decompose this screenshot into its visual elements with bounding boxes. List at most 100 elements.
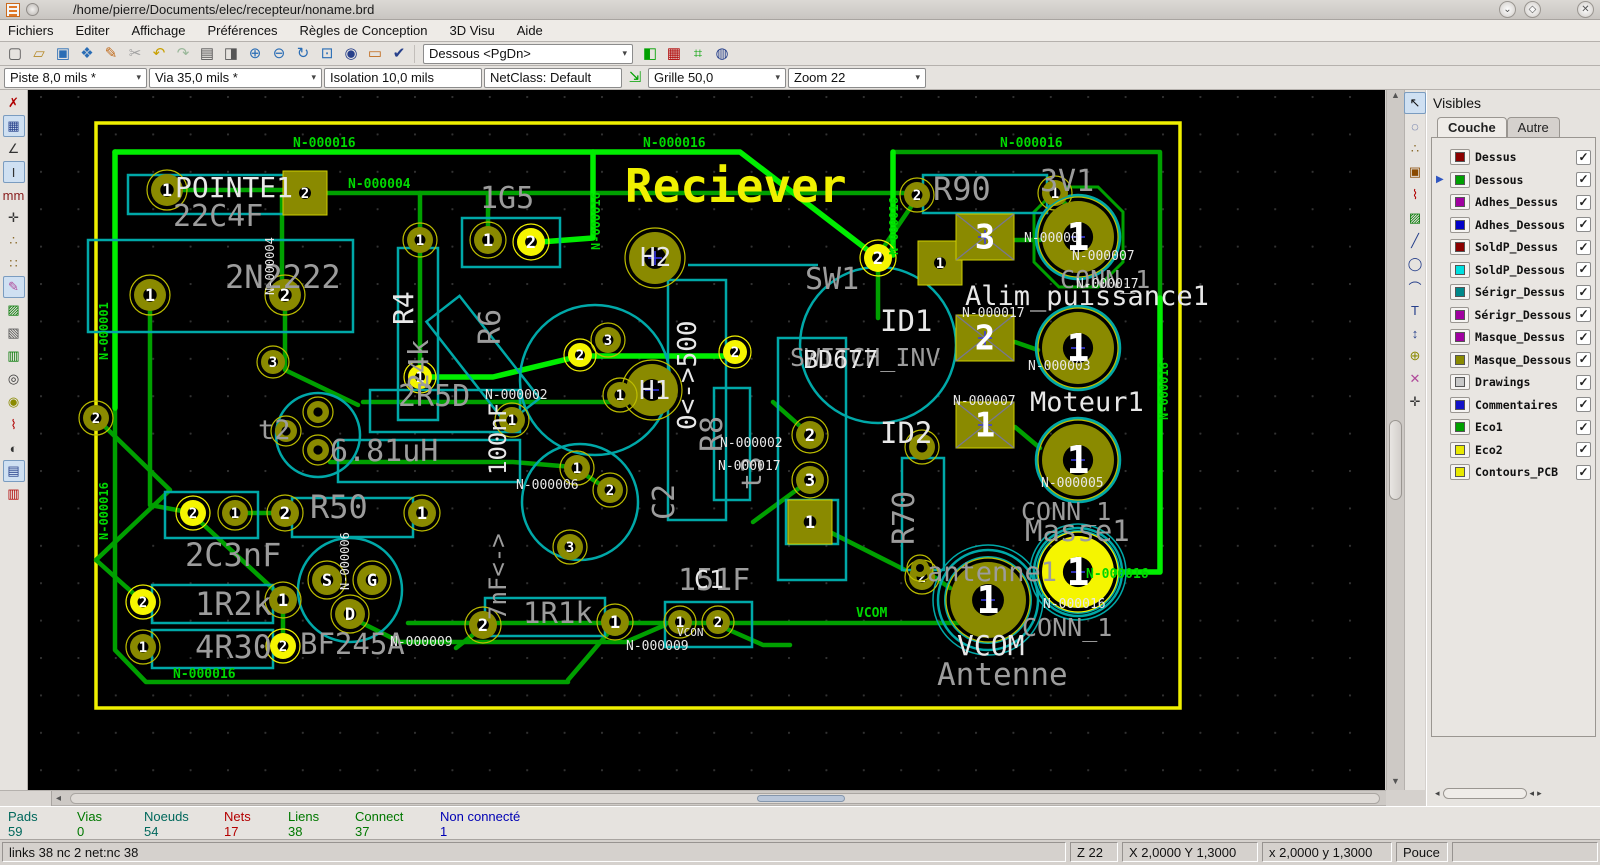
pad[interactable]: 2 — [791, 416, 829, 454]
pad[interactable]: 1 — [1036, 306, 1120, 390]
layer-color-swatch[interactable] — [1450, 374, 1470, 391]
layer-visibility-checkbox[interactable]: ✓ — [1576, 464, 1591, 480]
undo-icon[interactable]: ↶ — [148, 43, 170, 64]
pad[interactable]: 1 — [602, 377, 638, 413]
find-icon[interactable]: ◉ — [340, 43, 362, 64]
pads-sketch-icon[interactable]: ◎ — [3, 368, 25, 390]
zones-outline-icon[interactable]: ▥ — [3, 345, 25, 367]
layer-row-masque-dessous[interactable]: Masque_Dessous ✓ — [1436, 349, 1591, 372]
layer-color-swatch[interactable] — [1450, 419, 1470, 436]
layers-manager-icon[interactable]: ▤ — [2, 460, 25, 482]
local-ratsnest-icon[interactable]: ∴ — [1404, 138, 1426, 160]
pad[interactable]: 1 — [787, 499, 833, 545]
add-module-icon[interactable]: ▣ — [1404, 161, 1426, 183]
add-track-icon[interactable]: ⌇ — [1404, 184, 1426, 206]
zoom-out-icon[interactable]: ⊖ — [268, 43, 290, 64]
track-width-selector[interactable]: Piste 8,0 mils * ▾ — [4, 67, 147, 88]
pad[interactable]: 1 — [469, 221, 507, 259]
layer-row-adhes-dessus[interactable]: Adhes_Dessus ✓ — [1436, 191, 1591, 214]
panel-scrollbar[interactable]: ◂ ◂ ▸ — [1435, 786, 1593, 800]
pad[interactable] — [302, 396, 334, 428]
layer-color-swatch[interactable] — [1450, 149, 1470, 166]
cut-icon[interactable]: ✂ — [124, 43, 146, 64]
polar-coords-icon[interactable]: ∠ — [3, 138, 25, 160]
redraw-icon[interactable]: ↻ — [292, 43, 314, 64]
pad[interactable]: 2 — [955, 314, 1015, 362]
cursor-shape-icon[interactable]: ✛ — [3, 207, 25, 229]
layer-visibility-checkbox[interactable]: ✓ — [1576, 397, 1591, 413]
pad[interactable]: 1 — [125, 629, 161, 665]
layer-row-soldp-dessus[interactable]: SoldP_Dessus ✓ — [1436, 236, 1591, 259]
layer-color-swatch[interactable] — [1450, 464, 1470, 481]
layer-visibility-checkbox[interactable]: ✓ — [1576, 442, 1591, 458]
design-rules-icon[interactable]: ✔ — [388, 43, 410, 64]
pad[interactable]: 2 — [266, 494, 304, 532]
layer-visibility-checkbox[interactable]: ✓ — [1576, 307, 1591, 323]
layer-visibility-checkbox[interactable]: ✓ — [1576, 217, 1591, 233]
pad[interactable]: G — [352, 560, 392, 600]
layer-color-swatch[interactable] — [1450, 194, 1470, 211]
menu-item-preferences[interactable]: Préférences — [207, 23, 277, 38]
menu-item-editer[interactable]: Editer — [76, 23, 110, 38]
close-button[interactable]: ✕ — [1577, 1, 1594, 18]
new-board-icon[interactable]: ▢ — [4, 43, 26, 64]
zoom-selector[interactable]: Zoom 22 ▾ — [788, 67, 926, 88]
layer-selector[interactable]: Dessous <PgDn> ▾ — [423, 43, 633, 64]
pad[interactable]: 3 — [552, 529, 588, 565]
pad[interactable]: 1 — [403, 494, 441, 532]
pad[interactable]: 2 — [78, 400, 114, 436]
pad[interactable]: 2 — [899, 177, 935, 213]
redo-icon[interactable]: ↷ — [172, 43, 194, 64]
layer-row-soldp-dessous[interactable]: SoldP_Dessous ✓ — [1436, 259, 1591, 282]
grid-origin-icon[interactable]: ✛ — [1404, 391, 1426, 413]
pad[interactable]: 2 — [718, 335, 752, 369]
layer-row-dessus[interactable]: Dessus ✓ — [1436, 146, 1591, 169]
add-zone-icon[interactable]: ▨ — [1404, 207, 1426, 229]
layer-color-swatch[interactable] — [1450, 171, 1470, 188]
layer-row-eco1[interactable]: Eco1 ✓ — [1436, 416, 1591, 439]
menu-item-regles-de-conception[interactable]: Règles de Conception — [300, 23, 428, 38]
tab-couche[interactable]: Couche — [1437, 117, 1507, 137]
layer-visibility-checkbox[interactable]: ✓ — [1576, 194, 1591, 210]
pad[interactable]: 1 — [129, 274, 171, 316]
drc-off-icon[interactable]: ✗ — [3, 92, 25, 114]
pad[interactable]: 2 — [592, 472, 628, 508]
layer-color-swatch[interactable] — [1450, 261, 1470, 278]
layer-color-swatch[interactable] — [1450, 396, 1470, 413]
page-settings-icon[interactable]: ❖ — [76, 43, 98, 64]
layer-row-dessous[interactable]: ▶ Dessous ✓ — [1436, 169, 1591, 192]
pad[interactable]: 2 — [563, 338, 597, 372]
layer-color-swatch[interactable] — [1450, 216, 1470, 233]
delete-item-icon[interactable]: ✕ — [1404, 368, 1426, 390]
pad[interactable]: 1 — [917, 240, 963, 286]
horizontal-scroll-thumb[interactable] — [757, 795, 845, 802]
pad[interactable]: 3 — [791, 461, 829, 499]
pad[interactable]: 1 — [217, 495, 253, 531]
layer-pair-icon[interactable]: ◧ — [639, 43, 661, 64]
layer-visibility-checkbox[interactable]: ✓ — [1576, 419, 1591, 435]
horizontal-scroll-track[interactable] — [70, 793, 1380, 804]
window-menu-icon[interactable] — [26, 3, 39, 16]
add-arc-icon[interactable]: ⌒ — [1404, 276, 1426, 298]
highlight-net-icon[interactable]: ◌ — [1404, 115, 1426, 137]
layer-visibility-checkbox[interactable]: ✓ — [1576, 374, 1591, 390]
auto-track-width-icon[interactable]: ⇲ — [624, 67, 646, 88]
print-icon[interactable]: ▤ — [196, 43, 218, 64]
layer-visibility-checkbox[interactable]: ✓ — [1576, 149, 1591, 165]
pad[interactable]: 2 — [701, 605, 735, 639]
vias-sketch-icon[interactable]: ◉ — [3, 391, 25, 413]
plot-icon[interactable]: ✎ — [100, 43, 122, 64]
units-mm-icon[interactable]: mm — [3, 184, 25, 206]
microwave-tools-icon[interactable]: ◍ — [711, 43, 733, 64]
layer-color-swatch[interactable] — [1450, 351, 1470, 368]
layer-row-contours-pcb[interactable]: Contours_PCB ✓ — [1436, 461, 1591, 484]
pad[interactable]: 3 — [955, 213, 1015, 261]
high-contrast-icon[interactable]: ◐ — [3, 437, 25, 459]
track-mode-icon[interactable]: ⌗ — [687, 43, 709, 64]
print-preview-icon[interactable]: ◨ — [220, 43, 242, 64]
pcb-canvas[interactable]: 1212311231112321221213211111123121212112… — [28, 90, 1385, 790]
menu-item-fichiers[interactable]: Fichiers — [8, 23, 54, 38]
grid-visibility-icon[interactable]: ▦ — [2, 115, 25, 137]
panel-scroll-thumb[interactable] — [1442, 787, 1527, 799]
layer-visibility-checkbox[interactable]: ✓ — [1576, 329, 1591, 345]
